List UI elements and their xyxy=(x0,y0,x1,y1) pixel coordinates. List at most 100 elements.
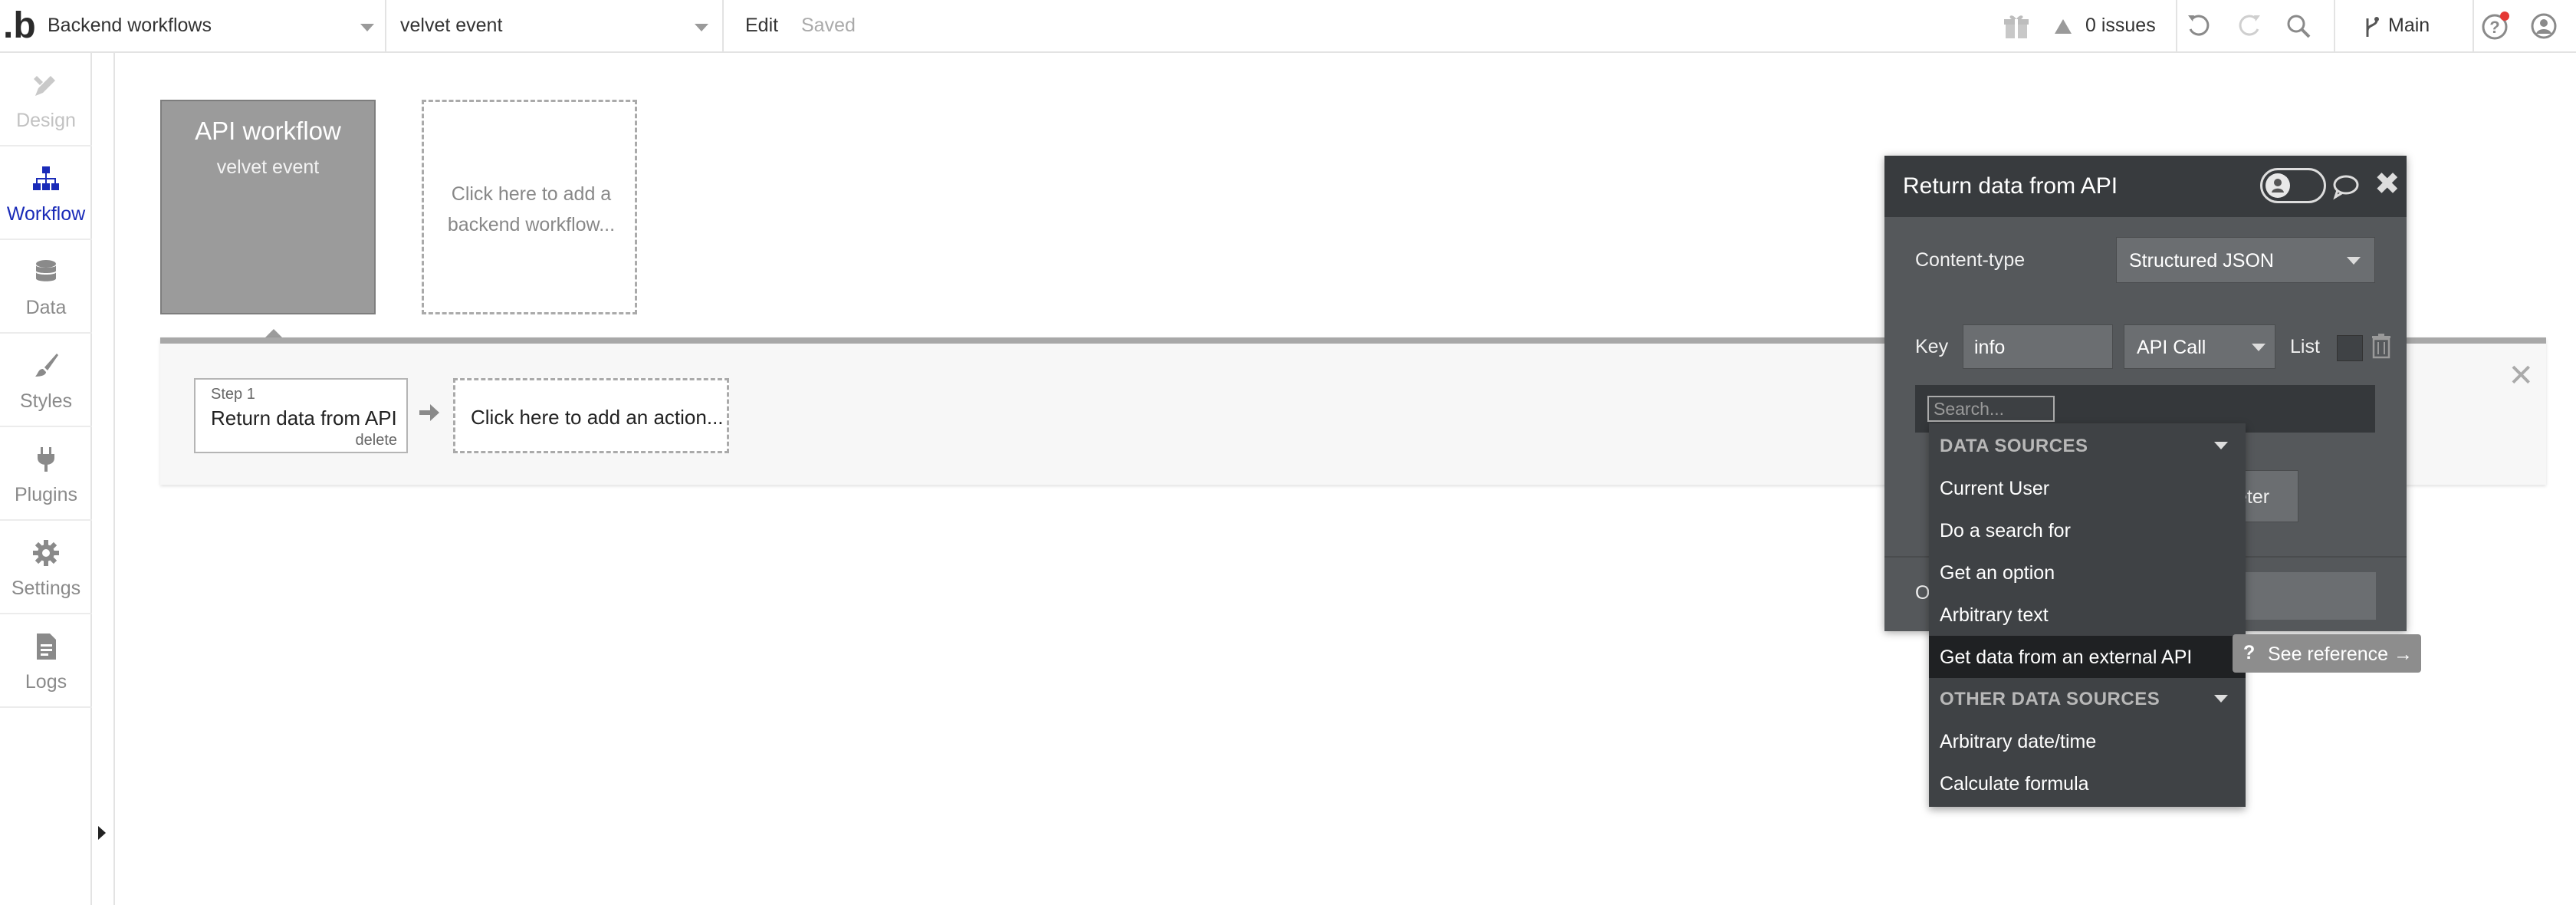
divider xyxy=(2176,0,2177,53)
sidebar-item-label: Design xyxy=(16,110,76,131)
branch-selector[interactable]: Main xyxy=(2358,11,2457,41)
gift-icon[interactable] xyxy=(2001,11,2032,41)
menu-item-external-api[interactable]: Get data from an external API xyxy=(1929,636,2246,678)
comment-icon[interactable] xyxy=(2331,171,2361,206)
menu-item-get-an-option[interactable]: Get an option xyxy=(1929,551,2246,594)
menu-item-current-user[interactable]: Current User xyxy=(1929,467,2246,509)
chevron-down-icon xyxy=(695,24,708,31)
sidebar-item-settings[interactable]: Settings xyxy=(0,521,92,614)
sidebar-item-design[interactable]: Design xyxy=(0,53,92,146)
undo-icon[interactable] xyxy=(2183,11,2214,41)
svg-text:?: ? xyxy=(2489,18,2499,37)
top-bar: .b Backend workflows velvet event Edit S… xyxy=(0,0,2576,53)
sidebar-item-label: Styles xyxy=(19,390,73,412)
add-action-button[interactable]: Click here to add an action... xyxy=(453,378,729,453)
sidebar-item-label: Settings xyxy=(11,578,81,599)
chevron-down-icon xyxy=(2214,442,2228,449)
left-sidebar: Design Workflow Data Styles Plugins Sett… xyxy=(0,53,92,905)
issues-indicator[interactable]: 0 issues xyxy=(2055,11,2177,41)
search-input[interactable] xyxy=(1929,397,2053,420)
design-icon xyxy=(34,76,55,96)
menu-item-label: Get an option xyxy=(1940,562,2055,584)
database-icon xyxy=(36,260,56,281)
sidebar-item-workflow[interactable]: Workflow xyxy=(0,146,92,240)
see-reference-button[interactable]: ? See reference → xyxy=(2233,634,2421,673)
step-delete-link[interactable]: delete xyxy=(356,432,398,449)
redo-icon[interactable] xyxy=(2234,11,2265,41)
key-input-value: info xyxy=(1974,337,2006,358)
close-icon[interactable]: ✕ xyxy=(2508,360,2534,391)
branch-name: Main xyxy=(2388,15,2430,36)
key-label: Key xyxy=(1915,336,1949,357)
user-avatar-icon[interactable] xyxy=(2528,11,2559,41)
event-card-title: API workflow xyxy=(195,117,341,145)
edit-menu[interactable]: Edit xyxy=(745,15,778,37)
content-type-value: Structured JSON xyxy=(2129,250,2274,272)
branch-icon xyxy=(2366,17,2379,37)
sidebar-item-label: Data xyxy=(25,297,67,318)
help-icon: ? xyxy=(2243,642,2256,663)
value-type-dropdown[interactable]: API Call xyxy=(2124,324,2275,369)
sidebar-item-logs[interactable]: Logs xyxy=(0,614,92,708)
gear-icon xyxy=(33,540,59,566)
help-icon[interactable]: ? xyxy=(2479,11,2510,41)
debug-toggle[interactable] xyxy=(2260,168,2326,203)
workflow-icon xyxy=(33,166,59,190)
add-backend-workflow[interactable]: Click here to add a backend workflow... xyxy=(422,100,637,314)
close-icon[interactable]: ✖ xyxy=(2374,169,2400,199)
see-reference-label: See reference → xyxy=(2268,643,2413,665)
list-checkbox[interactable] xyxy=(2337,335,2363,361)
bubble-logo[interactable]: .b xyxy=(3,6,37,46)
add-workflow-hint: Click here to add a backend workflow... xyxy=(447,183,616,235)
data-source-menu: DATA SOURCES Current User Do a search fo… xyxy=(1929,423,2246,807)
menu-item-label: Arbitrary text xyxy=(1940,604,2049,626)
toggle-knob xyxy=(2266,173,2290,198)
chevron-down-icon xyxy=(2252,344,2266,351)
panel-title: Return data from API xyxy=(1903,173,2118,199)
chevron-down-icon xyxy=(2214,695,2228,703)
panel-header: Return data from API ✖ xyxy=(1884,156,2407,217)
arrow-right-icon xyxy=(418,401,441,428)
page-selector[interactable]: Backend workflows xyxy=(38,0,386,53)
options-label: O xyxy=(1915,582,1930,604)
sidebar-gutter xyxy=(113,53,115,905)
chevron-down-icon xyxy=(2347,257,2361,265)
save-status: Saved xyxy=(801,15,856,36)
workflow-selector[interactable]: velvet event xyxy=(386,0,724,53)
step-name: Return data from API xyxy=(211,406,397,429)
content-type-dropdown[interactable]: Structured JSON xyxy=(2116,237,2375,283)
sidebar-item-plugins[interactable]: Plugins xyxy=(0,427,92,521)
workflow-event-card[interactable]: API workflow velvet event xyxy=(160,100,376,314)
menu-item-label: Arbitrary date/time xyxy=(1940,731,2097,752)
workflow-step-1[interactable]: Step 1 Return data from API delete xyxy=(194,378,408,453)
menu-item-do-a-search[interactable]: Do a search for xyxy=(1929,509,2246,551)
person-icon xyxy=(2272,179,2284,193)
content-type-label: Content-type xyxy=(1915,249,2026,271)
brush-icon xyxy=(35,354,58,377)
list-label: List xyxy=(2290,336,2320,357)
page-selector-value: Backend workflows xyxy=(48,15,212,36)
sidebar-item-styles[interactable]: Styles xyxy=(0,334,92,427)
menu-item-calculate-formula[interactable]: Calculate formula xyxy=(1929,762,2246,805)
warning-icon xyxy=(2055,19,2072,34)
search-icon[interactable] xyxy=(2283,11,2314,41)
search-box xyxy=(1927,396,2055,422)
key-input[interactable]: info xyxy=(1963,324,2113,369)
menu-header-other-data-sources[interactable]: OTHER DATA SOURCES xyxy=(1929,678,2246,720)
step-number: Step 1 xyxy=(211,386,255,403)
divider xyxy=(2334,0,2335,53)
menu-item-label: Calculate formula xyxy=(1940,773,2089,795)
sidebar-item-data[interactable]: Data xyxy=(0,240,92,334)
workflow-selector-value: velvet event xyxy=(400,15,503,36)
trash-icon[interactable] xyxy=(2371,333,2392,363)
menu-header-label: OTHER DATA SOURCES xyxy=(1940,689,2160,709)
menu-header-data-sources[interactable]: DATA SOURCES xyxy=(1929,425,2246,467)
menu-item-arbitrary-datetime[interactable]: Arbitrary date/time xyxy=(1929,720,2246,762)
sidebar-item-label: Logs xyxy=(25,671,67,693)
menu-item-arbitrary-text[interactable]: Arbitrary text xyxy=(1929,594,2246,636)
expand-sidebar-icon[interactable] xyxy=(98,826,106,840)
issues-count: 0 issues xyxy=(2085,15,2156,36)
divider xyxy=(2472,0,2474,53)
value-type-value: API Call xyxy=(2137,337,2206,358)
menu-item-label: Get data from an external API xyxy=(1940,647,2193,668)
